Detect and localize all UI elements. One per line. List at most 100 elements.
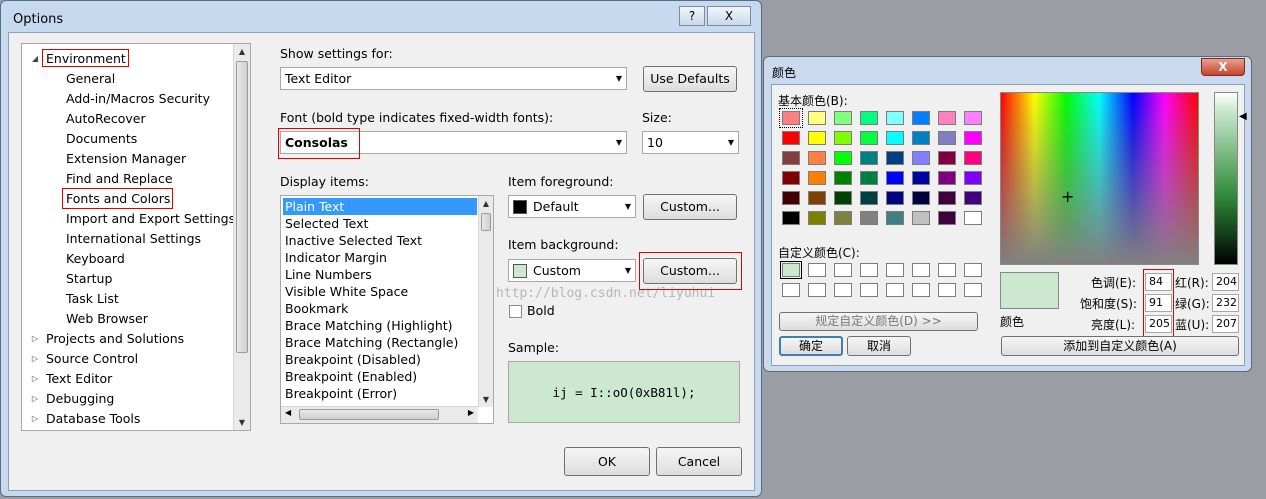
scroll-thumb[interactable] <box>236 61 248 353</box>
tree-item-task-list[interactable]: Task List <box>66 289 119 309</box>
tree-item-international-settings[interactable]: International Settings <box>66 229 201 249</box>
tree-item-import-export-settings[interactable]: Import and Export Settings <box>66 209 235 229</box>
basic-color-cell[interactable] <box>964 171 982 185</box>
scroll-up-icon[interactable]: ▲ <box>479 196 493 211</box>
basic-color-cell[interactable] <box>860 111 878 125</box>
color-dialog-close-button[interactable]: X <box>1201 58 1245 76</box>
dropdown-arrow-icon[interactable]: ▼ <box>728 132 734 153</box>
luminance-arrow-icon[interactable]: ◀ <box>1239 111 1247 122</box>
item-foreground-combo[interactable]: Default ▼ <box>508 195 636 218</box>
basic-color-cell[interactable] <box>964 191 982 205</box>
tree-item-addin-macros-security[interactable]: Add-in/Macros Security <box>66 89 210 109</box>
scroll-up-icon[interactable]: ▲ <box>234 44 250 59</box>
collapse-arrow-icon[interactable]: ◢ <box>30 49 40 69</box>
custom-color-cell[interactable] <box>964 263 982 277</box>
basic-color-cell[interactable] <box>912 171 930 185</box>
basic-color-cell[interactable] <box>912 211 930 225</box>
tree-item-find-and-replace[interactable]: Find and Replace <box>66 169 173 189</box>
color-ok-button[interactable]: 确定 <box>779 336 843 356</box>
display-items-list[interactable]: Plain Text Selected Text Inactive Select… <box>280 195 494 424</box>
tree-item-keyboard[interactable]: Keyboard <box>66 249 125 269</box>
basic-color-cell[interactable] <box>808 151 826 165</box>
basic-color-cell[interactable] <box>834 191 852 205</box>
list-item[interactable]: Bookmark <box>283 300 477 317</box>
basic-color-cell[interactable] <box>886 151 904 165</box>
list-item[interactable]: Breakpoint (Disabled) <box>283 351 477 368</box>
basic-color-cell[interactable] <box>886 191 904 205</box>
basic-color-cell[interactable] <box>886 131 904 145</box>
category-tree[interactable]: ◢ Environment General Add-in/Macros Secu… <box>21 43 251 431</box>
basic-color-cell[interactable] <box>964 111 982 125</box>
expand-arrow-icon[interactable]: ▷ <box>30 349 40 369</box>
list-item-plain-text[interactable]: Plain Text <box>283 198 477 215</box>
basic-color-cell[interactable] <box>860 171 878 185</box>
tree-scrollbar[interactable]: ▲ ▼ <box>233 44 250 430</box>
expand-arrow-icon[interactable]: ▷ <box>30 369 40 389</box>
basic-color-cell[interactable] <box>860 151 878 165</box>
basic-color-cell[interactable] <box>938 111 956 125</box>
basic-color-cell[interactable] <box>938 171 956 185</box>
basic-color-cell[interactable] <box>808 191 826 205</box>
basic-color-cell[interactable] <box>860 211 878 225</box>
basic-color-cell[interactable] <box>834 111 852 125</box>
basic-color-cell[interactable] <box>782 171 800 185</box>
basic-color-cell[interactable] <box>938 151 956 165</box>
list-item[interactable]: Brace Matching (Rectangle) <box>283 334 477 351</box>
tree-item-general[interactable]: General <box>66 69 115 89</box>
scroll-left-icon[interactable]: ◀ <box>285 408 291 417</box>
custom-color-cell[interactable] <box>834 263 852 277</box>
list-item[interactable]: Inactive Selected Text <box>283 232 477 249</box>
basic-color-cell[interactable] <box>834 151 852 165</box>
expand-arrow-icon[interactable]: ▷ <box>30 389 40 409</box>
scroll-thumb[interactable] <box>299 409 439 420</box>
list-item[interactable]: Indicator Margin <box>283 249 477 266</box>
custom-color-cell[interactable] <box>938 283 956 297</box>
custom-color-cell[interactable] <box>912 263 930 277</box>
basic-color-cell[interactable] <box>964 131 982 145</box>
custom-color-cell[interactable] <box>782 283 800 297</box>
custom-color-cell[interactable] <box>964 283 982 297</box>
list-item[interactable]: Breakpoint (Enabled) <box>283 368 477 385</box>
list-item[interactable]: Selected Text <box>283 215 477 232</box>
help-button[interactable]: ? <box>679 6 705 26</box>
tree-item-startup[interactable]: Startup <box>66 269 112 289</box>
basic-color-cell[interactable] <box>912 111 930 125</box>
blue-input[interactable]: 207 <box>1212 315 1239 333</box>
close-button[interactable]: X <box>707 6 751 26</box>
basic-color-cell[interactable] <box>886 111 904 125</box>
basic-color-cell[interactable] <box>808 211 826 225</box>
basic-color-cell[interactable] <box>912 191 930 205</box>
basic-color-cell[interactable] <box>808 111 826 125</box>
ok-button[interactable]: OK <box>564 447 650 476</box>
basic-color-cell[interactable] <box>964 151 982 165</box>
green-input[interactable]: 232 <box>1212 294 1239 312</box>
custom-color-cell[interactable] <box>808 263 826 277</box>
basic-color-cell[interactable] <box>886 211 904 225</box>
tree-item-autorecover[interactable]: AutoRecover <box>66 109 146 129</box>
basic-color-cell[interactable] <box>938 211 956 225</box>
tree-item-web-browser[interactable]: Web Browser <box>66 309 148 329</box>
item-background-combo[interactable]: Custom ▼ <box>508 259 636 282</box>
custom-color-cell[interactable] <box>938 263 956 277</box>
use-defaults-button[interactable]: Use Defaults <box>643 66 737 92</box>
custom-color-cell[interactable] <box>780 261 802 279</box>
basic-color-cell[interactable] <box>782 211 800 225</box>
scroll-thumb[interactable] <box>481 213 491 231</box>
scroll-down-icon[interactable]: ▼ <box>479 392 493 407</box>
foreground-custom-button[interactable]: Custom... <box>643 194 737 220</box>
basic-color-cell[interactable] <box>834 131 852 145</box>
scroll-right-icon[interactable]: ▶ <box>468 408 474 417</box>
expand-arrow-icon[interactable]: ▷ <box>30 329 40 349</box>
show-settings-combo[interactable]: Text Editor ▼ <box>280 67 627 90</box>
list-horizontal-scrollbar[interactable]: ◀ ▶ <box>281 406 478 423</box>
color-spectrum[interactable]: + <box>1000 92 1199 265</box>
tree-item-extension-manager[interactable]: Extension Manager <box>66 149 186 169</box>
basic-color-cell[interactable] <box>782 131 800 145</box>
basic-color-cell[interactable] <box>938 191 956 205</box>
list-scrollbar[interactable]: ▲ ▼ <box>478 196 493 407</box>
red-input[interactable]: 204 <box>1212 273 1239 291</box>
basic-color-cell[interactable] <box>808 171 826 185</box>
expand-arrow-icon[interactable]: ▷ <box>30 409 40 429</box>
list-item[interactable]: Brace Matching (Highlight) <box>283 317 477 334</box>
custom-color-cell[interactable] <box>808 283 826 297</box>
